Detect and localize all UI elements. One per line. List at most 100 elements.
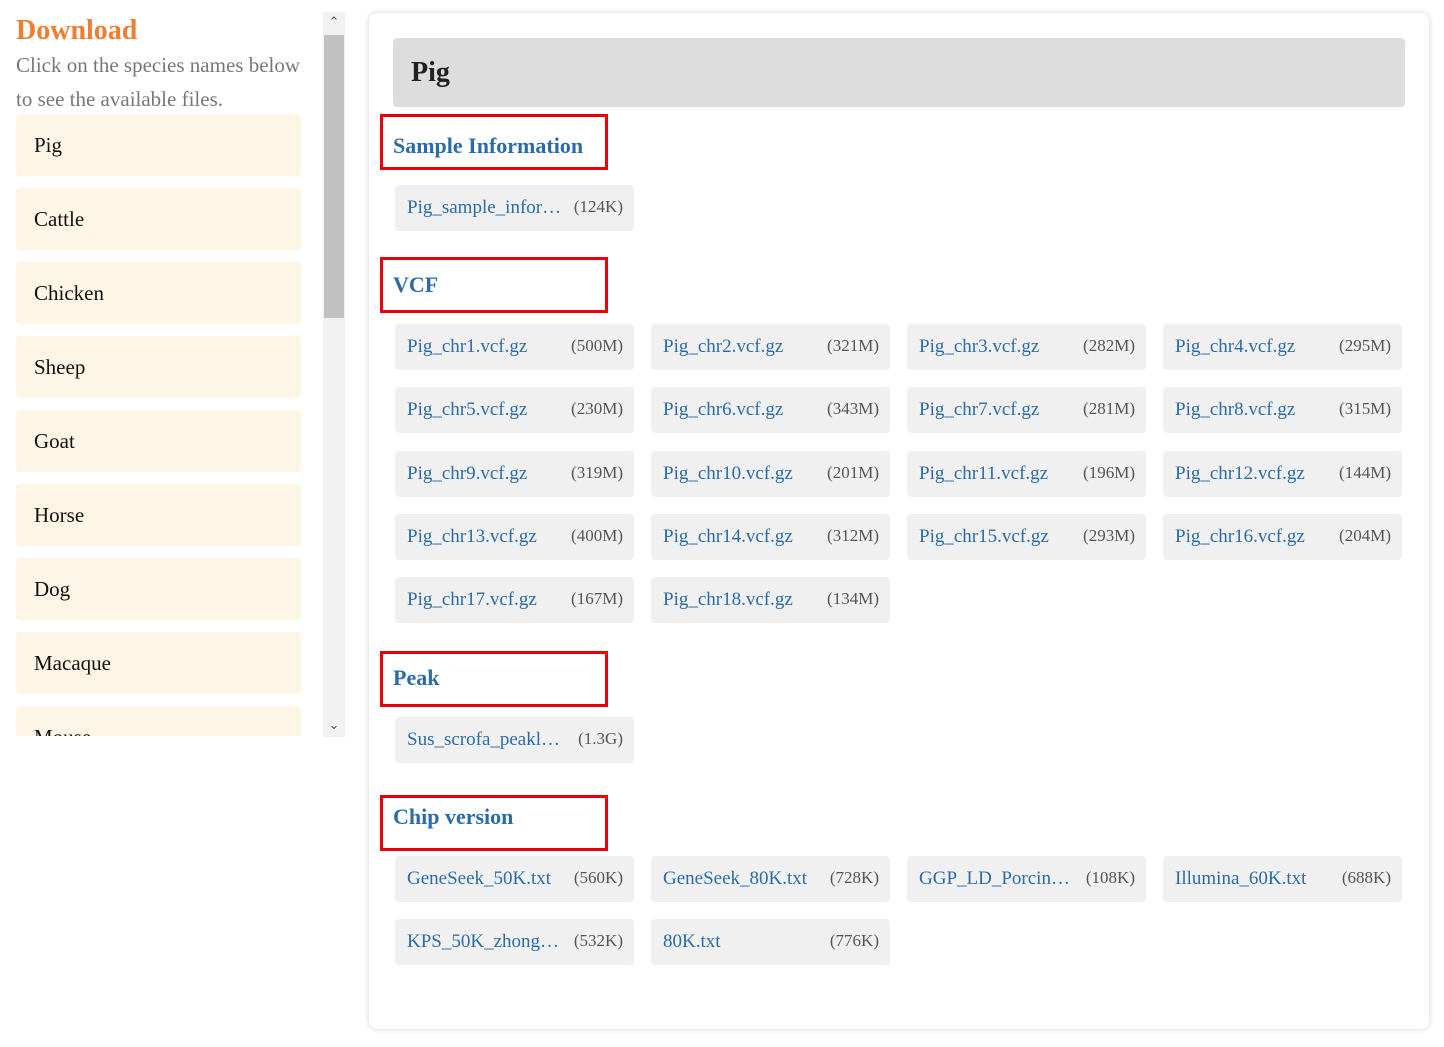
file-size: (319M) (571, 463, 623, 482)
file-name-link[interactable]: Pig_chr15.vcf.gz (919, 514, 1077, 560)
file-size: (532K) (573, 931, 623, 950)
file-size: (500M) (571, 336, 623, 355)
species-item-macaque[interactable]: Macaque (16, 632, 301, 694)
file-download-button[interactable]: Pig_chr1.vcf.gz (500M) (395, 324, 634, 370)
file-download-button[interactable]: GeneSeek_50K.txt (560K) (395, 856, 634, 902)
file-name-link[interactable]: Pig_chr9.vcf.gz (407, 451, 565, 497)
file-name-link[interactable]: Pig_chr2.vcf.gz (663, 324, 821, 370)
file-download-button[interactable]: Pig_chr11.vcf.gz (196M) (907, 451, 1146, 497)
file-size: (315M) (1339, 399, 1391, 418)
file-name-link[interactable]: Pig_chr7.vcf.gz (919, 387, 1077, 433)
file-name-link[interactable]: Pig_chr8.vcf.gz (1175, 387, 1333, 433)
file-download-button[interactable]: Pig_chr12.vcf.gz (144M) (1163, 451, 1402, 497)
section-title-vcf[interactable]: VCF (393, 270, 438, 300)
file-name-link[interactable]: Pig_chr11.vcf.gz (919, 451, 1077, 497)
species-item-pig[interactable]: Pig (16, 114, 301, 176)
file-download-button[interactable]: GeneSeek_80K.txt (728K) (651, 856, 890, 902)
file-name-link[interactable]: Pig_chr14.vcf.gz (663, 514, 821, 560)
file-size: (1.3G) (578, 729, 623, 748)
file-download-button[interactable]: Pig_chr10.vcf.gz (201M) (651, 451, 890, 497)
file-name-link[interactable]: Pig_sample_information.xlsx (407, 185, 565, 231)
file-name-link[interactable]: 80K.txt (663, 919, 821, 965)
file-download-button[interactable]: Pig_chr3.vcf.gz (282M) (907, 324, 1146, 370)
file-size: (281M) (1083, 399, 1135, 418)
file-download-button[interactable]: Pig_chr15.vcf.gz (293M) (907, 514, 1146, 560)
file-size: (321M) (827, 336, 879, 355)
file-download-button[interactable]: Pig_chr4.vcf.gz (295M) (1163, 324, 1402, 370)
species-item-horse[interactable]: Horse (16, 484, 301, 546)
file-size: (134M) (827, 589, 879, 608)
file-name-link[interactable]: Pig_chr6.vcf.gz (663, 387, 821, 433)
file-download-button[interactable]: Pig_chr14.vcf.gz (312M) (651, 514, 890, 560)
file-size: (144M) (1339, 463, 1391, 482)
sidebar-scrollbar[interactable]: ⌃ ⌄ (323, 12, 345, 737)
file-download-button[interactable]: Pig_chr18.vcf.gz (134M) (651, 577, 890, 623)
scrollbar-thumb[interactable] (324, 35, 344, 318)
file-download-button[interactable]: Pig_chr5.vcf.gz (230M) (395, 387, 634, 433)
file-size: (293M) (1083, 526, 1135, 545)
file-size: (201M) (827, 463, 879, 482)
download-panel: Pig Sample Information Pig_sample_inform… (369, 13, 1429, 1029)
file-size: (312M) (827, 526, 879, 545)
file-size: (108K) (1085, 868, 1135, 887)
file-name-link[interactable]: Pig_chr4.vcf.gz (1175, 324, 1333, 370)
file-name-link[interactable]: Illumina_60K.txt (1175, 856, 1333, 902)
file-download-button[interactable]: Pig_chr6.vcf.gz (343M) (651, 387, 890, 433)
file-name-link[interactable]: Pig_chr18.vcf.gz (663, 577, 821, 623)
file-download-button[interactable]: Pig_chr7.vcf.gz (281M) (907, 387, 1146, 433)
species-item-cattle[interactable]: Cattle (16, 188, 301, 250)
file-name-link[interactable]: GeneSeek_50K.txt (407, 856, 565, 902)
file-download-button[interactable]: Pig_chr2.vcf.gz (321M) (651, 324, 890, 370)
file-download-button[interactable]: Pig_chr8.vcf.gz (315M) (1163, 387, 1402, 433)
species-list-viewport: Pig Cattle Chicken Sheep Goat Horse Dog Macaque… (16, 114, 301, 736)
file-size: (196M) (1083, 463, 1135, 482)
chevron-down-icon[interactable]: ⌄ (323, 715, 345, 737)
section-title-sample-information[interactable]: Sample Information (393, 131, 583, 161)
file-name-link[interactable]: GGP_LD_Porcine.txt (919, 856, 1077, 902)
file-name-link[interactable]: Sus_scrofa_peaklist.bed (407, 717, 565, 763)
file-size: (204M) (1339, 526, 1391, 545)
species-sidebar: Download Click on the species names belo… (0, 0, 350, 740)
file-size: (688K) (1341, 868, 1391, 887)
chevron-up-icon[interactable]: ⌃ (323, 12, 345, 34)
species-list: Pig Cattle Chicken Sheep Goat Horse Dog Macaque… (16, 114, 301, 736)
file-size: (295M) (1339, 336, 1391, 355)
file-name-link[interactable]: Pig_chr17.vcf.gz (407, 577, 565, 623)
file-download-button[interactable]: Illumina_60K.txt (688K) (1163, 856, 1402, 902)
file-name-link[interactable]: Pig_chr3.vcf.gz (919, 324, 1077, 370)
file-name-link[interactable]: GeneSeek_80K.txt (663, 856, 821, 902)
section-title-chip-version[interactable]: Chip version (393, 802, 513, 832)
file-download-button[interactable]: Pig_chr9.vcf.gz (319M) (395, 451, 634, 497)
file-size: (560K) (573, 868, 623, 887)
file-download-button[interactable]: GGP_LD_Porcine.txt (108K) (907, 856, 1146, 902)
file-size: (400M) (571, 526, 623, 545)
file-download-button[interactable]: KPS_50K_zhongxin.txt (532K) (395, 919, 634, 965)
species-title: Pig (393, 38, 1405, 107)
file-download-button[interactable]: Pig_sample_information.xlsx (124K) (395, 185, 634, 231)
file-name-link[interactable]: Pig_chr13.vcf.gz (407, 514, 565, 560)
sidebar-title: Download (16, 15, 138, 46)
file-name-link[interactable]: Pig_chr12.vcf.gz (1175, 451, 1333, 497)
file-size: (167M) (571, 589, 623, 608)
species-item-dog[interactable]: Dog (16, 558, 301, 620)
file-download-button[interactable]: 80K.txt (776K) (651, 919, 890, 965)
file-size: (282M) (1083, 336, 1135, 355)
species-item-goat[interactable]: Goat (16, 410, 301, 472)
species-item-sheep[interactable]: Sheep (16, 336, 301, 398)
file-size: (343M) (827, 399, 879, 418)
file-name-link[interactable]: Pig_chr10.vcf.gz (663, 451, 821, 497)
file-download-button[interactable]: Sus_scrofa_peaklist.bed (1.3G) (395, 717, 634, 763)
file-name-link[interactable]: KPS_50K_zhongxin.txt (407, 919, 565, 965)
file-download-button[interactable]: Pig_chr13.vcf.gz (400M) (395, 514, 634, 560)
file-name-link[interactable]: Pig_chr1.vcf.gz (407, 324, 565, 370)
file-download-button[interactable]: Pig_chr16.vcf.gz (204M) (1163, 514, 1402, 560)
species-item-mouse[interactable]: Mouse (16, 706, 301, 736)
file-name-link[interactable]: Pig_chr16.vcf.gz (1175, 514, 1333, 560)
file-download-button[interactable]: Pig_chr17.vcf.gz (167M) (395, 577, 634, 623)
file-size: (776K) (829, 931, 879, 950)
file-size: (728K) (829, 868, 879, 887)
species-item-chicken[interactable]: Chicken (16, 262, 301, 324)
file-name-link[interactable]: Pig_chr5.vcf.gz (407, 387, 565, 433)
section-title-peak[interactable]: Peak (393, 663, 439, 693)
file-size: (124K) (573, 197, 623, 216)
